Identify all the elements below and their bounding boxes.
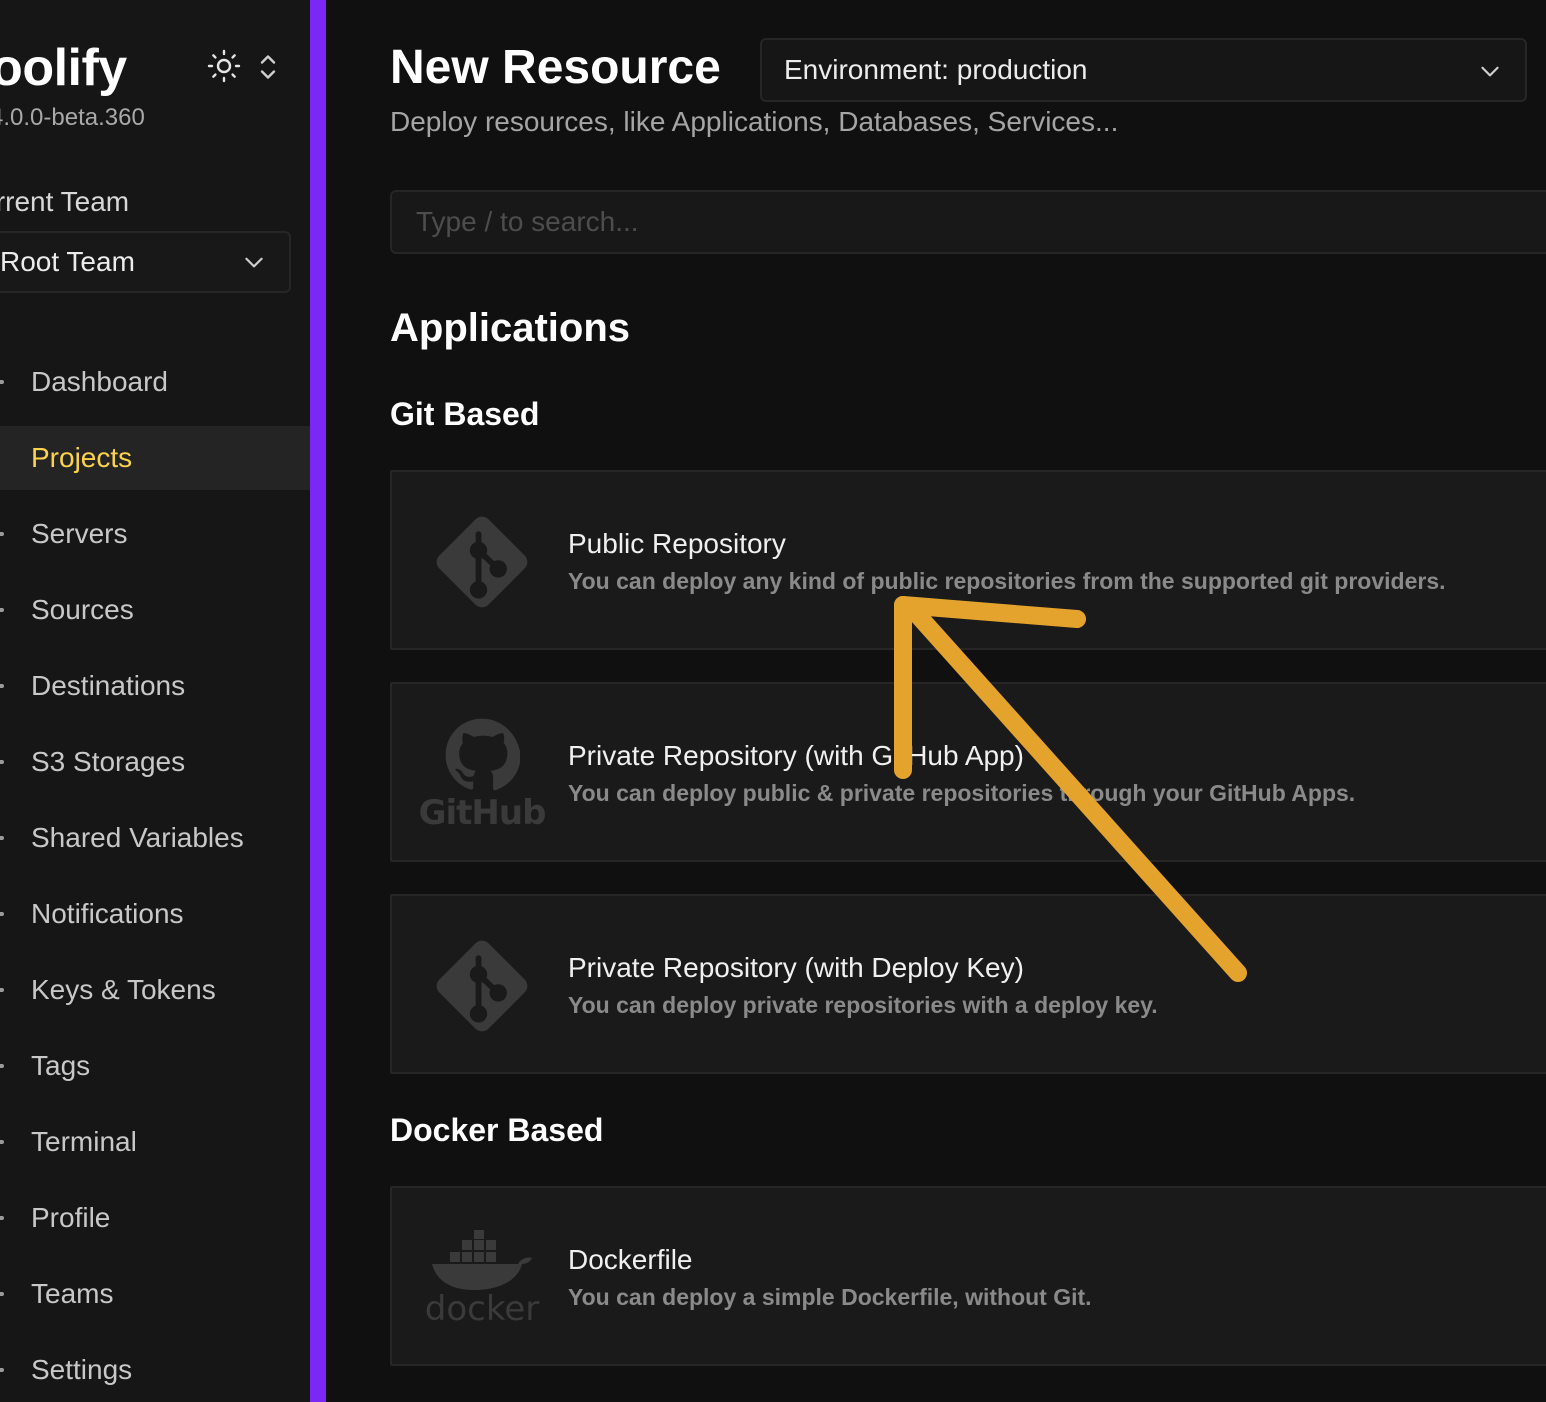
sidebar-nav: Dashboard Projects Servers Sources Desti… [0, 344, 310, 1402]
variables-icon [0, 836, 4, 840]
storage-icon [0, 760, 4, 764]
sidebar-item-label: Sources [31, 594, 134, 625]
sidebar-item-settings[interactable]: Settings [0, 1332, 310, 1402]
environment-select-value: Environment: production [784, 54, 1088, 85]
sidebar-item-dashboard[interactable]: Dashboard [0, 344, 310, 420]
environment-select[interactable]: Environment: production [760, 38, 1527, 102]
card-description: You can deploy public & private reposito… [568, 780, 1356, 806]
sidebar-item-label: S3 Storages [31, 746, 186, 777]
sidebar-accent-bar [310, 0, 326, 1402]
team-select[interactable]: Root Team [0, 231, 291, 293]
sidebar-item-label: Notifications [31, 898, 184, 929]
sidebar-item-label: Shared Variables [31, 822, 244, 853]
sidebar-item-s3-storages[interactable]: S3 Storages [0, 724, 310, 800]
sidebar-item-profile[interactable]: Profile [0, 1180, 310, 1256]
key-icon [0, 988, 4, 992]
app-version: v4.0.0-beta.360 [0, 104, 145, 131]
bell-icon [0, 912, 4, 916]
sidebar-item-tags[interactable]: Tags [0, 1028, 310, 1104]
card-title: Private Repository (with GitHub App) [568, 740, 1024, 771]
current-team-label: Current Team [0, 186, 130, 217]
card-title: Private Repository (with Deploy Key) [568, 952, 1024, 983]
sidebar-item-label: Terminal [31, 1126, 137, 1157]
git-based-heading: Git Based [390, 396, 540, 432]
sidebar: Coolify v4.0.0-beta.360 Current Team Roo… [0, 0, 310, 1402]
docker-logo-text: docker [424, 1289, 540, 1329]
dashboard-icon [0, 380, 4, 384]
sidebar-item-label: Keys & Tokens [31, 974, 216, 1005]
page-subtitle: Deploy resources, like Applications, Dat… [390, 106, 1119, 137]
sidebar-item-label: Settings [31, 1354, 133, 1385]
git-icon [422, 926, 542, 1046]
tag-icon [0, 1064, 4, 1068]
chevron-down-icon [245, 257, 263, 268]
applications-heading: Applications [390, 306, 631, 350]
page-title: New Resource [390, 41, 721, 94]
sidebar-item-label: Profile [31, 1202, 111, 1233]
sources-icon [0, 608, 4, 612]
chevron-down-icon [1481, 66, 1499, 77]
card-title: Public Repository [568, 528, 786, 559]
destinations-icon [0, 684, 4, 688]
sidebar-item-projects[interactable]: Projects [0, 426, 310, 490]
private-repository-github-app-card[interactable]: GitHub Private Repository (with GitHub A… [390, 682, 1546, 862]
chevron-up-down-icon [260, 55, 276, 79]
sidebar-item-teams[interactable]: Teams [0, 1256, 310, 1332]
sidebar-item-label: Projects [31, 442, 133, 473]
sidebar-item-sources[interactable]: Sources [0, 572, 310, 648]
sidebar-item-notifications[interactable]: Notifications [0, 876, 310, 952]
sidebar-item-servers[interactable]: Servers [0, 496, 310, 572]
github-logo-text: GitHub [418, 793, 547, 833]
github-icon: GitHub [419, 714, 546, 834]
docker-based-heading: Docker Based [390, 1112, 604, 1148]
sidebar-item-keys-tokens[interactable]: Keys & Tokens [0, 952, 310, 1028]
servers-icon [0, 532, 4, 536]
theme-toggle-button[interactable] [204, 46, 244, 86]
team-select-value: Root Team [0, 246, 135, 277]
sidebar-item-label: Servers [31, 518, 128, 549]
git-icon [422, 502, 542, 622]
users-icon [0, 1292, 4, 1296]
sidebar-item-label: Teams [31, 1278, 114, 1309]
gear-icon [0, 1368, 4, 1372]
search-input[interactable] [390, 190, 1546, 254]
card-description: You can deploy private repositories with… [568, 992, 1158, 1018]
user-icon [0, 1216, 4, 1220]
terminal-icon [0, 1140, 4, 1144]
card-description: You can deploy any kind of public reposi… [568, 568, 1446, 594]
private-repository-deploy-key-card[interactable]: Private Repository (with Deploy Key) You… [390, 894, 1546, 1074]
sidebar-item-label: Tags [31, 1050, 91, 1081]
docker-icon: docker [422, 1218, 542, 1338]
sidebar-item-shared-variables[interactable]: Shared Variables [0, 800, 310, 876]
sidebar-item-label: Destinations [31, 670, 186, 701]
card-title: Dockerfile [568, 1244, 693, 1275]
app-title: Coolify [0, 39, 127, 97]
dockerfile-card[interactable]: docker Dockerfile You can deploy a simpl… [390, 1186, 1546, 1366]
sun-icon [207, 49, 241, 83]
card-description: You can deploy a simple Dockerfile, with… [568, 1284, 1092, 1310]
public-repository-card[interactable]: Public Repository You can deploy any kin… [390, 470, 1546, 650]
sidebar-item-terminal[interactable]: Terminal [0, 1104, 310, 1180]
main-content: New Resource Environment: production Dep… [326, 0, 1546, 1402]
sidebar-item-destinations[interactable]: Destinations [0, 648, 310, 724]
theme-menu-button[interactable] [256, 50, 280, 84]
sidebar-item-label: Dashboard [31, 366, 168, 397]
